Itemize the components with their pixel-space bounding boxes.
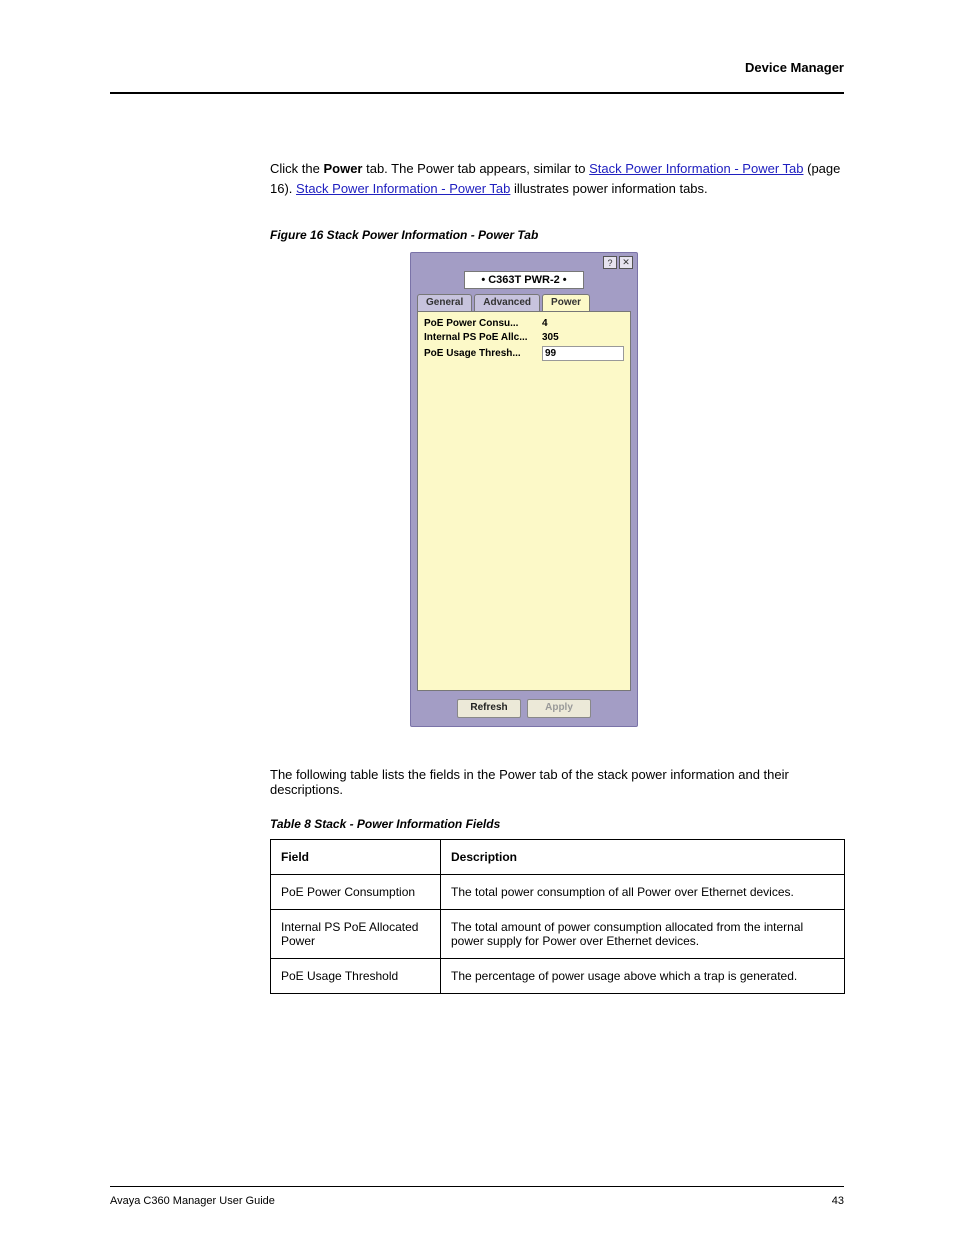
page-footer: Avaya C360 Manager User Guide 43 [110, 1195, 844, 1207]
table-header-row: Field Description [271, 840, 845, 875]
figure-caption: Figure 16 Stack Power Information - Powe… [270, 228, 844, 242]
field-label: PoE Power Consu... [424, 318, 542, 329]
cell-desc: The total amount of power consumption al… [441, 910, 845, 959]
dialog-buttons: Refresh Apply [415, 693, 633, 722]
footer-left: Avaya C360 Manager User Guide [110, 1195, 275, 1207]
table-row: PoE Usage Threshold The percentage of po… [271, 959, 845, 994]
power-dialog: ? ✕ • C363T PWR-2 • General Advanced Pow… [410, 252, 638, 727]
field-label: PoE Usage Thresh... [424, 348, 542, 359]
field-value: 305 [542, 332, 559, 343]
fields-table: Field Description PoE Power Consumption … [270, 839, 845, 994]
tab-bar: General Advanced Power [417, 294, 633, 311]
refresh-button[interactable]: Refresh [457, 699, 521, 718]
cell-field: PoE Power Consumption [271, 875, 441, 910]
field-usage-threshold: PoE Usage Thresh... [424, 346, 624, 361]
field-internal-ps: Internal PS PoE Allc... 305 [424, 332, 624, 343]
col-description: Description [441, 840, 845, 875]
power-panel: PoE Power Consu... 4 Internal PS PoE All… [417, 311, 631, 691]
table-row: PoE Power Consumption The total power co… [271, 875, 845, 910]
field-label: Internal PS PoE Allc... [424, 332, 542, 343]
table-row: Internal PS PoE Allocated Power The tota… [271, 910, 845, 959]
apply-button[interactable]: Apply [527, 699, 591, 718]
cell-desc: The percentage of power usage above whic… [441, 959, 845, 994]
field-value: 4 [542, 318, 548, 329]
cell-desc: The total power consumption of all Power… [441, 875, 845, 910]
tab-general[interactable]: General [417, 294, 472, 311]
intro-mid: tab. The Power tab appears, similar to [362, 161, 589, 176]
cell-field: Internal PS PoE Allocated Power [271, 910, 441, 959]
col-field: Field [271, 840, 441, 875]
cell-field: PoE Usage Threshold [271, 959, 441, 994]
intro-paragraph: Click the Power tab. The Power tab appea… [270, 159, 844, 198]
tab-power[interactable]: Power [542, 294, 590, 311]
dialog-screenshot: ? ✕ • C363T PWR-2 • General Advanced Pow… [410, 252, 844, 727]
table-caption: Table 8 Stack - Power Information Fields [270, 817, 844, 831]
help-icon[interactable]: ? [603, 256, 617, 269]
tab-advanced[interactable]: Advanced [474, 294, 540, 311]
top-rule [110, 92, 844, 94]
threshold-input[interactable] [542, 346, 624, 361]
intro-link-1[interactable]: Stack Power Information - Power Tab [589, 161, 803, 176]
footer-rule [110, 1186, 844, 1187]
table-intro: The following table lists the fields in … [270, 767, 844, 797]
intro-prefix: Click the [270, 161, 323, 176]
header-section: Device Manager [745, 60, 844, 75]
intro-bold: Power [323, 161, 362, 176]
close-icon[interactable]: ✕ [619, 256, 633, 269]
dialog-title: • C363T PWR-2 • [464, 271, 584, 289]
footer-page: 43 [832, 1195, 844, 1207]
intro-link-2[interactable]: Stack Power Information - Power Tab [296, 181, 510, 196]
field-power-consumption: PoE Power Consu... 4 [424, 318, 624, 329]
intro-tail: illustrates power information tabs. [510, 181, 707, 196]
